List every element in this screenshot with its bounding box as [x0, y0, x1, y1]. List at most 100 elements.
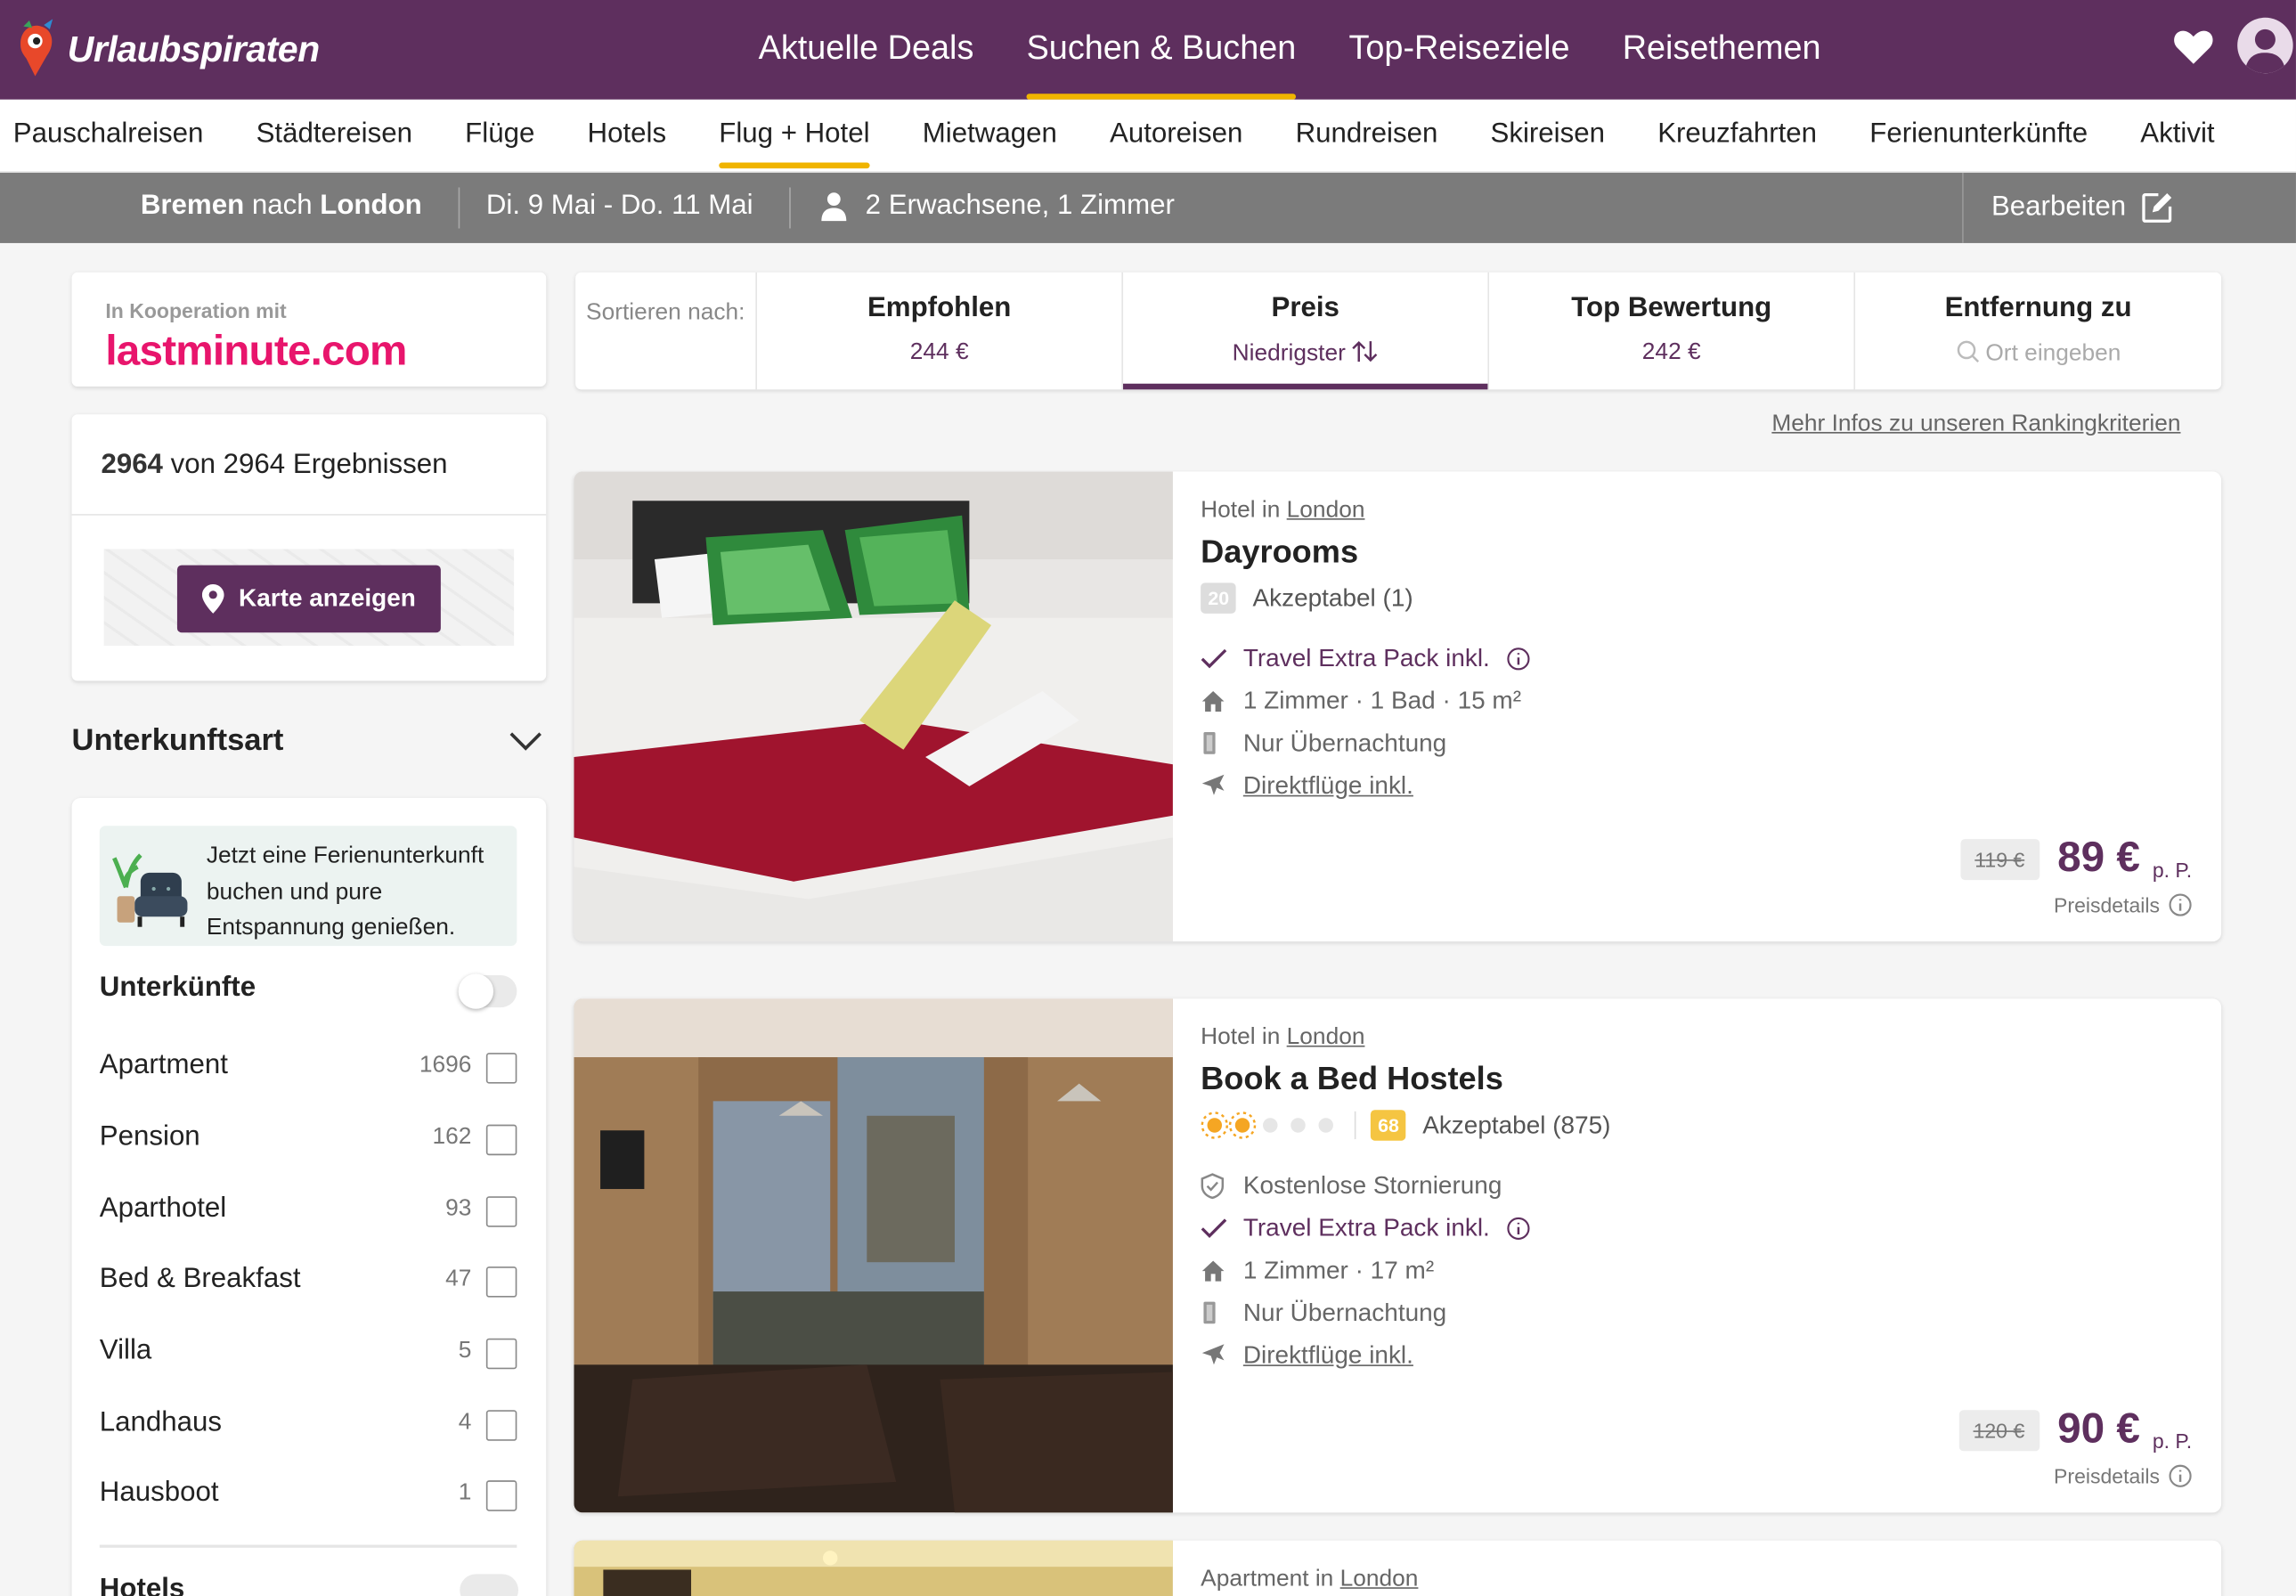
subnav-kreuzfahrten[interactable]: Kreuzfahrten — [1632, 100, 1844, 172]
filter-checkbox[interactable] — [485, 1053, 517, 1084]
price-details-label: Preisdetails — [2054, 1464, 2161, 1488]
hotel-type-prefix: Hotel in — [1201, 1024, 1281, 1050]
sun-icon — [1201, 1112, 1228, 1139]
sort-sub: Niedrigster — [1232, 341, 1346, 367]
filter-checkbox[interactable] — [485, 1196, 517, 1227]
hotel-card[interactable]: Hotel in London Dayrooms 20 Akzeptabel (… — [574, 471, 2222, 942]
sun-icon — [1228, 1112, 1257, 1139]
subnav-ferienunterkuenfte[interactable]: Ferienunterkünfte — [1844, 100, 2114, 172]
hotels-toggle[interactable] — [460, 1574, 519, 1596]
hotel-photo[interactable] — [574, 998, 1173, 1513]
ranking-info-link[interactable]: Mehr Infos zu unseren Rankingkriterien — [1771, 411, 2180, 438]
filter-checkbox[interactable] — [485, 1410, 517, 1441]
subnav-skireisen[interactable]: Skireisen — [1464, 100, 1632, 172]
feature-free-cancellation: Kostenlose Stornierung — [1201, 1164, 1610, 1207]
info-icon[interactable] — [1508, 1216, 1531, 1240]
subnav-mietwagen[interactable]: Mietwagen — [896, 100, 1083, 172]
hotel-card[interactable]: Apartment in London — [574, 1540, 2222, 1596]
heart-icon[interactable] — [2173, 28, 2214, 66]
results-shown: 2964 — [101, 449, 163, 481]
vacation-rental-promo[interactable]: Jetzt eine Ferienunterkunft buchen und p… — [99, 826, 517, 947]
map-pin-icon — [201, 583, 224, 614]
feature-text: Nur Übernachtung — [1242, 1298, 1447, 1326]
user-avatar[interactable] — [2237, 17, 2293, 74]
filter-row-aparthotel[interactable]: Aparthotel 93 — [100, 1193, 517, 1234]
price-details-link[interactable]: Preisdetails — [2054, 1464, 2192, 1487]
distance-input[interactable]: Ort eingeben — [1855, 339, 2221, 367]
top-bar: Urlaubspiraten Aktuelle Deals Suchen & B… — [0, 0, 2296, 100]
subnav-staedtereisen[interactable]: Städtereisen — [230, 100, 439, 172]
travel-dates: Di. 9 Mai - Do. 11 Mai — [485, 190, 753, 222]
filter-checkbox[interactable] — [485, 1338, 517, 1370]
sort-option-price[interactable]: Preis Niedrigster — [1123, 272, 1490, 390]
sort-option-distance[interactable]: Entfernung zu Ort eingeben — [1855, 273, 2221, 390]
subnav-pauschalreisen[interactable]: Pauschalreisen — [0, 100, 230, 172]
feature-room: 1 Zimmer · 17 m² — [1201, 1249, 1610, 1291]
feature-travel-extra: Travel Extra Pack inkl. — [1201, 637, 1531, 680]
hotel-city-link[interactable]: London — [1340, 1567, 1419, 1592]
hotel-card[interactable]: Hotel in London Book a Bed Hostels 68 Ak… — [574, 998, 2222, 1513]
filter-row-apartment[interactable]: Apartment 1696 — [100, 1050, 517, 1091]
sort-option-top-rating[interactable]: Top Bewertung 242 € — [1489, 272, 1856, 390]
main-nav: Aktuelle Deals Suchen & Buchen Top-Reise… — [732, 0, 1847, 100]
sort-title: Empfohlen — [867, 292, 1012, 324]
flights-link[interactable]: Direktflüge inkl. — [1243, 1340, 1413, 1370]
hotels-label: Hotels — [99, 1574, 185, 1596]
filter-checkbox[interactable] — [485, 1480, 517, 1511]
search-summary-bar[interactable]: Bremen nach London Di. 9 Mai - Do. 11 Ma… — [0, 173, 2296, 243]
accommodations-toggle[interactable] — [458, 973, 517, 1009]
search-icon — [1956, 340, 1979, 362]
divider — [458, 187, 460, 229]
edit-icon — [2142, 193, 2172, 223]
filter-row-landhaus[interactable]: Landhaus 4 — [100, 1407, 517, 1448]
subnav-fluege[interactable]: Flüge — [439, 100, 561, 172]
armchair-plant-icon — [112, 853, 188, 927]
hotel-rating: 68 Akzeptabel (875) — [1201, 1110, 1611, 1141]
logo[interactable]: Urlaubspiraten — [14, 14, 320, 85]
filter-name: Apartment — [99, 1049, 228, 1081]
board-icon — [1203, 732, 1216, 754]
edit-search-button[interactable]: Bearbeiten — [1962, 173, 2173, 243]
filter-row-hausboot[interactable]: Hausboot 1 — [100, 1478, 517, 1519]
subnav-hotels[interactable]: Hotels — [561, 100, 693, 172]
hotel-photo[interactable] — [574, 1540, 1173, 1596]
filter-row-villa[interactable]: Villa 5 — [100, 1335, 517, 1376]
hotel-city-link[interactable]: London — [1287, 498, 1365, 523]
hotel-name[interactable]: Dayrooms — [1201, 533, 1531, 571]
house-icon — [1201, 690, 1225, 712]
sort-label: Sortieren nach: — [575, 272, 757, 390]
subnav-aktivitaeten[interactable]: Aktivit — [2114, 100, 2242, 172]
subnav-rundreisen[interactable]: Rundreisen — [1269, 100, 1464, 172]
hotel-photo[interactable] — [574, 471, 1173, 942]
price-block: 119 € 89 € p. P. — [1959, 835, 2192, 883]
filter-checkbox[interactable] — [485, 1124, 517, 1156]
person-icon — [821, 192, 847, 222]
hotel-info: Hotel in London Book a Bed Hostels 68 Ak… — [1201, 1025, 1610, 1377]
hotel-city-link[interactable]: London — [1287, 1025, 1365, 1050]
subnav-autoreisen[interactable]: Autoreisen — [1083, 100, 1269, 172]
filter-name: Villa — [99, 1335, 152, 1366]
feature-text: 1 Zimmer · 1 Bad · 15 m² — [1242, 686, 1522, 714]
flights-link[interactable]: Direktflüge inkl. — [1243, 771, 1413, 801]
nav-suchen-buchen[interactable]: Suchen & Buchen — [1000, 0, 1323, 100]
cooperation-label: In Kooperation mit — [105, 298, 287, 322]
subnav-flug-hotel[interactable]: Flug + Hotel — [693, 100, 897, 172]
price-block: 120 € 90 € p. P. — [1958, 1405, 2192, 1454]
price-details-link[interactable]: Preisdetails — [2054, 893, 2192, 916]
filter-checkbox[interactable] — [485, 1266, 517, 1298]
nav-top-reiseziele[interactable]: Top-Reiseziele — [1323, 0, 1596, 100]
shield-check-icon — [1201, 1172, 1225, 1199]
sort-sub: 244 € — [909, 339, 969, 365]
filter-accommodation-type-header[interactable]: Unterkunftsart — [72, 723, 547, 767]
hotel-name[interactable]: Book a Bed Hostels — [1201, 1060, 1610, 1098]
info-icon[interactable] — [1508, 647, 1531, 670]
board-icon — [1203, 1301, 1216, 1324]
cooperation-box: In Kooperation mit lastminute.com — [71, 272, 547, 387]
nav-reisethemen[interactable]: Reisethemen — [1596, 0, 1847, 100]
filter-row-pension[interactable]: Pension 162 — [100, 1121, 517, 1162]
checkmark-icon — [1201, 1217, 1227, 1238]
nav-aktuelle-deals[interactable]: Aktuelle Deals — [732, 0, 1000, 100]
sort-option-recommended[interactable]: Empfohlen 244 € — [757, 272, 1124, 390]
show-map-button[interactable]: Karte anzeigen — [176, 565, 441, 633]
filter-row-bed-breakfast[interactable]: Bed & Breakfast 47 — [100, 1264, 517, 1305]
